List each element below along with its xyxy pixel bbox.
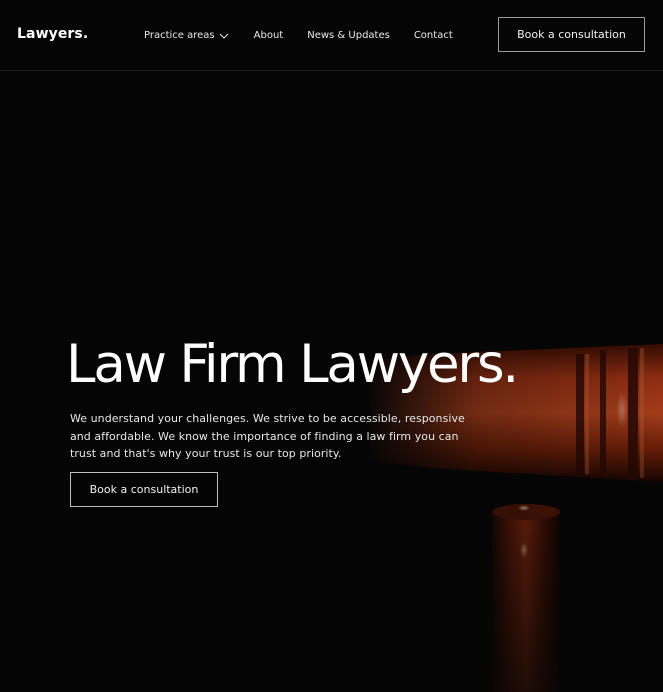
book-consultation-button-hero[interactable]: Book a consultation [70,472,218,507]
logo[interactable]: Lawyers. [17,26,88,42]
nav-practice-areas[interactable]: Practice areas [144,30,229,41]
main-nav: Practice areas About News & Updates Cont… [144,0,477,71]
site-header: Lawyers. Practice areas About News & Upd… [0,0,663,71]
nav-about[interactable]: About [254,30,284,41]
book-consultation-button-header[interactable]: Book a consultation [498,17,645,52]
hero-title: Law Firm Lawyers. [66,334,519,395]
nav-practice-areas-label: Practice areas [144,30,215,41]
hero-description: We understand your challenges. We strive… [70,412,465,460]
nav-contact[interactable]: Contact [414,30,453,41]
chevron-down-icon [219,31,229,41]
hero-section: Law Firm Lawyers. We understand your cha… [0,72,663,692]
nav-news-updates[interactable]: News & Updates [307,30,390,41]
